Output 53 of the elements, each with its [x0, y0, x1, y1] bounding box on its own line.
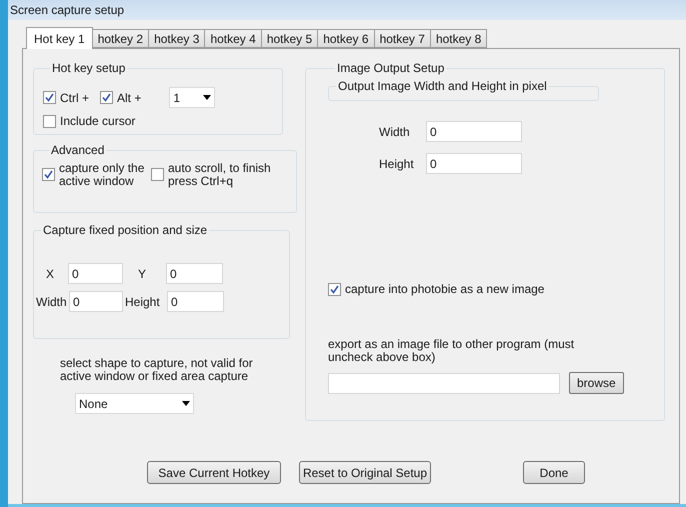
checkmark-icon	[44, 170, 53, 179]
field-label: Height	[379, 156, 415, 172]
tab[interactable]: hotkey 2	[92, 29, 150, 48]
tab[interactable]: hotkey 7	[374, 29, 431, 48]
checkbox-label: Ctrl +	[60, 90, 90, 106]
tab[interactable]: hotkey 8	[430, 29, 488, 48]
group-title: Output Image Width and Height in pixel	[337, 78, 548, 95]
input-field[interactable]: 0	[167, 291, 224, 312]
dropdown[interactable]: None	[75, 393, 194, 414]
dialog-button[interactable]: Reset to Original Setup	[299, 461, 431, 484]
browse-button[interactable]: browse	[569, 372, 624, 394]
checkbox-label: auto scroll, to finish press Ctrl+q	[168, 162, 272, 188]
dropdown[interactable]: 1	[169, 87, 216, 108]
checkbox[interactable]	[43, 91, 56, 104]
checkmark-icon	[45, 93, 54, 102]
group-title: Image Output Setup	[336, 60, 446, 77]
checkbox[interactable]	[43, 114, 56, 128]
checkbox-label: Include cursor	[60, 113, 136, 130]
checkmark-icon	[330, 284, 339, 294]
shape-note: select shape to capture, not valid for active window or fixed area capture	[60, 357, 254, 383]
dialog-button[interactable]: Done	[523, 461, 585, 484]
checkbox[interactable]	[100, 91, 114, 104]
caret-icon	[182, 401, 190, 406]
tab[interactable]: hotkey 5	[260, 29, 318, 48]
dialog-button[interactable]: Save Current Hotkey	[147, 461, 281, 484]
input-field[interactable]: 0	[426, 153, 522, 174]
tab[interactable]: hotkey 6	[317, 29, 375, 48]
group-title: Advanced	[50, 142, 106, 159]
caret-icon	[203, 95, 212, 100]
input-field[interactable]	[328, 372, 560, 394]
checkbox[interactable]	[328, 282, 341, 296]
input-field[interactable]: 0	[69, 291, 123, 312]
tab[interactable]: hotkey 4	[204, 29, 262, 48]
checkbox-label: capture into photobie as a new image	[345, 281, 544, 298]
checkbox-label: Alt +	[117, 90, 142, 106]
export-note: export as an image file to other program (must uncheck above box)	[328, 338, 576, 364]
checkbox[interactable]	[42, 168, 55, 181]
checkbox-label: capture only the active window	[59, 162, 146, 188]
input-field[interactable]: 0	[68, 263, 123, 284]
checkbox[interactable]	[151, 168, 164, 181]
window-title: Screen capture setup	[10, 2, 124, 19]
field-label: Height	[125, 294, 161, 310]
tab[interactable]: Hot key 1	[26, 27, 93, 49]
field-label: Width	[379, 124, 411, 140]
checkmark-icon	[102, 93, 112, 102]
group-title: Capture fixed position and size	[42, 222, 208, 239]
input-field[interactable]: 0	[426, 121, 522, 142]
group-title: Hot key setup	[51, 60, 126, 77]
field-label: Width	[36, 294, 68, 310]
field-label: Y	[138, 266, 148, 282]
field-label: X	[46, 266, 56, 282]
input-field[interactable]: 0	[166, 263, 223, 284]
tab[interactable]: hotkey 3	[148, 29, 206, 48]
